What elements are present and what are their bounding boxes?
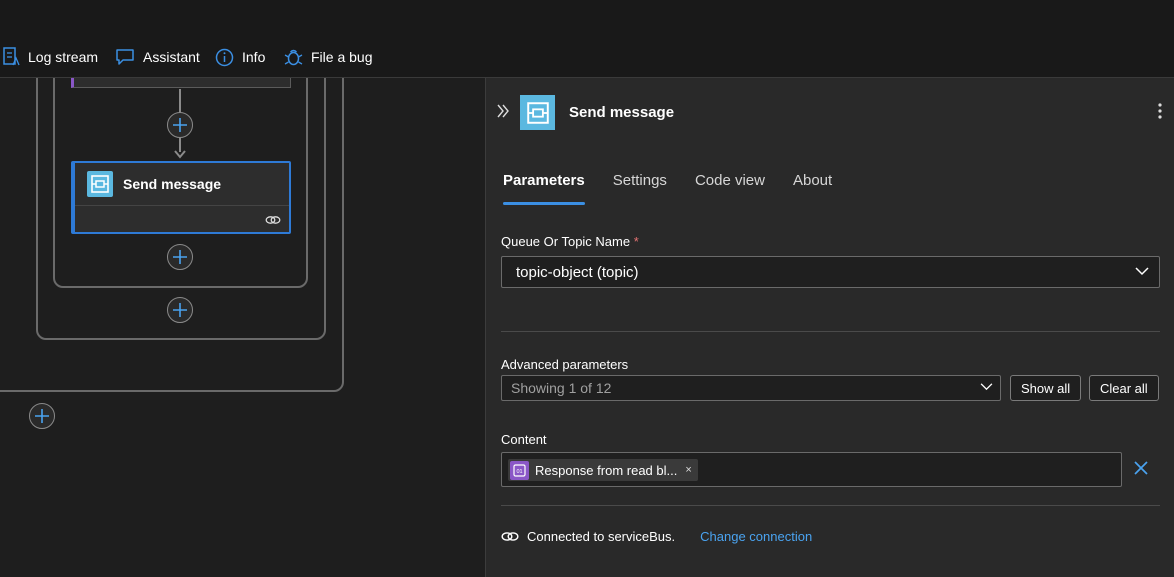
service-bus-icon — [87, 171, 113, 197]
chevron-down-icon — [1135, 267, 1149, 276]
add-step-button[interactable] — [29, 403, 55, 429]
chevron-down-icon — [980, 383, 993, 391]
queue-topic-dropdown[interactable]: topic-object (topic) — [501, 256, 1160, 288]
file-bug-button[interactable]: File a bug — [284, 46, 372, 68]
queue-topic-value: topic-object (topic) — [516, 264, 639, 281]
arrow-down-icon — [174, 150, 186, 159]
log-stream-button[interactable]: Log stream — [2, 46, 98, 68]
content-input[interactable]: 01 Response from read bl... × — [501, 452, 1122, 487]
connection-link-icon — [501, 532, 519, 541]
remove-token-button[interactable]: × — [685, 464, 691, 476]
panel-header: Send message — [486, 78, 1174, 148]
send-message-action-card[interactable]: Send message — [71, 161, 291, 234]
add-step-button[interactable] — [167, 244, 193, 270]
action-details-panel: Send message Parameters Settings Code vi… — [485, 78, 1174, 577]
action-card-header: Send message — [75, 163, 289, 206]
info-label: Info — [242, 49, 266, 65]
panel-title: Send message — [569, 104, 675, 121]
plus-icon — [173, 303, 187, 317]
dynamic-content-token[interactable]: 01 Response from read bl... × — [508, 459, 698, 481]
more-options-icon[interactable] — [1158, 103, 1162, 119]
app-root: Log stream Assistant Info File a bug Sen… — [0, 0, 1174, 577]
connection-link-icon — [265, 216, 281, 224]
plus-icon — [35, 409, 49, 423]
tab-about[interactable]: About — [793, 172, 832, 202]
info-button[interactable]: Info — [215, 46, 265, 68]
clear-field-icon[interactable] — [1133, 460, 1149, 476]
section-divider — [501, 331, 1160, 332]
plus-icon — [173, 250, 187, 264]
info-icon — [215, 48, 234, 66]
chat-icon — [116, 49, 134, 65]
add-step-button[interactable] — [167, 297, 193, 323]
connector-line — [179, 89, 181, 114]
panel-tabs: Parameters Settings Code view About — [503, 172, 860, 206]
log-stream-icon — [3, 47, 20, 66]
blob-storage-icon: 01 — [510, 460, 529, 480]
collapse-panel-icon[interactable] — [496, 104, 510, 118]
tab-code-view[interactable]: Code view — [695, 172, 765, 202]
plus-icon — [173, 118, 187, 132]
queue-field-label: Queue Or Topic Name * — [501, 234, 639, 249]
token-label: Response from read bl... — [535, 462, 678, 478]
bug-icon — [284, 49, 303, 66]
insert-step-button[interactable] — [167, 112, 193, 138]
change-connection-link[interactable]: Change connection — [700, 529, 812, 544]
advanced-parameters-value: Showing 1 of 12 — [511, 380, 612, 396]
queue-label-text: Queue Or Topic Name — [501, 234, 631, 249]
content-field-label: Content — [501, 432, 547, 447]
assistant-label: Assistant — [143, 49, 200, 65]
previous-action-card[interactable] — [71, 78, 291, 88]
file-bug-label: File a bug — [311, 49, 373, 65]
section-divider — [501, 505, 1160, 506]
show-all-button[interactable]: Show all — [1010, 375, 1082, 401]
connected-text: Connected to serviceBus. — [527, 529, 676, 544]
designer-canvas[interactable]: Send message — [0, 78, 485, 577]
tab-parameters[interactable]: Parameters — [503, 172, 585, 205]
required-marker: * — [633, 234, 639, 249]
action-card-title: Send message — [123, 176, 222, 192]
svg-text:01: 01 — [516, 469, 522, 475]
log-stream-label: Log stream — [28, 49, 99, 65]
designer-toolbar: Log stream Assistant Info File a bug — [0, 0, 1174, 78]
tab-settings[interactable]: Settings — [613, 172, 667, 202]
advanced-parameters-label: Advanced parameters — [501, 357, 629, 372]
connection-row: Connected to serviceBus. Change connecti… — [501, 529, 812, 544]
advanced-parameters-dropdown[interactable]: Showing 1 of 12 — [501, 375, 1001, 401]
service-bus-icon — [520, 95, 555, 130]
assistant-button[interactable]: Assistant — [115, 46, 200, 68]
clear-all-button[interactable]: Clear all — [1089, 375, 1159, 401]
